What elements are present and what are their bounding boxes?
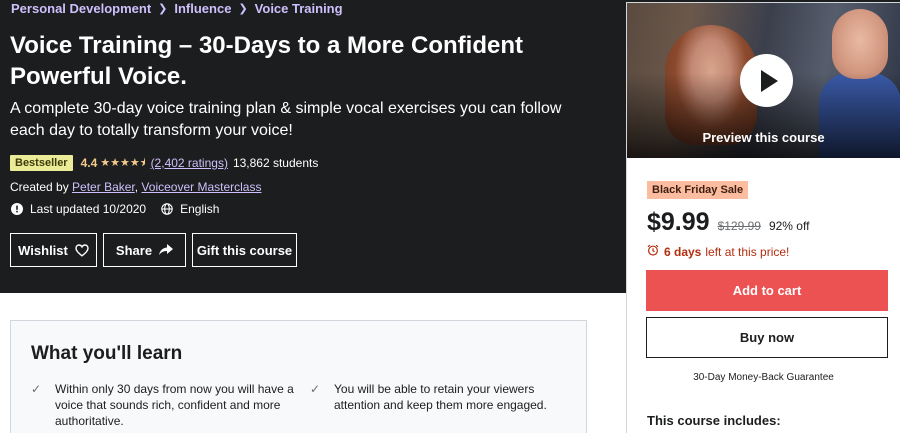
meta-row: Last updated 10/2020 English: [10, 202, 219, 216]
gift-course-button[interactable]: Gift this course: [192, 233, 297, 267]
instructor-link-peter-baker[interactable]: Peter Baker: [72, 180, 135, 194]
breadcrumb-voice-training[interactable]: Voice Training: [255, 1, 343, 16]
buy-now-button[interactable]: Buy now: [646, 317, 888, 358]
learn-item-text: Within only 30 days from now you will ha…: [55, 382, 294, 428]
gift-label: Gift this course: [196, 242, 293, 258]
wishlist-button[interactable]: Wishlist: [10, 233, 97, 267]
created-by: Created by Peter Baker, Voiceover Master…: [10, 180, 262, 194]
money-back-guarantee: 30-Day Money-Back Guarantee: [693, 372, 834, 383]
alarm-clock-icon: [647, 244, 659, 259]
breadcrumb-personal-development[interactable]: Personal Development: [11, 1, 151, 16]
alert-circle-icon: [10, 203, 23, 216]
play-icon[interactable]: [740, 54, 793, 107]
current-price: $9.99: [647, 208, 710, 236]
course-language: English: [180, 202, 220, 216]
sale-timer: 6 days left at this price!: [647, 244, 789, 259]
add-to-cart-button[interactable]: Add to cart: [646, 270, 888, 311]
chevron-right-icon: ❯: [238, 3, 248, 15]
course-title: Voice Training – 30-Days to a More Confi…: [10, 32, 523, 90]
share-arrow-icon: [159, 244, 174, 256]
chevron-right-icon: ❯: [158, 3, 168, 15]
what-you-learn-box: What you'll learn ✓ Within only 30 days …: [10, 320, 587, 433]
created-by-label: Created by: [10, 180, 69, 194]
students-count: 13,862 students: [232, 156, 319, 170]
check-icon: ✓: [31, 382, 42, 396]
heart-icon: [75, 243, 89, 257]
course-includes-title: This course includes:: [647, 413, 781, 428]
globe-icon: [160, 203, 173, 216]
purchase-sidebar: Preview this course Black Friday Sale $9…: [626, 2, 900, 433]
bestseller-badge: Bestseller: [10, 155, 73, 171]
star-rating-icon: ★★★★⯨: [100, 156, 146, 169]
timer-days: 6 days: [664, 244, 702, 259]
breadcrumb-influence[interactable]: Influence: [174, 1, 231, 16]
learn-item: ✓ You will be able to retain your viewer…: [310, 381, 579, 413]
breadcrumb: Personal Development ❯ Influence ❯ Voice…: [11, 1, 343, 16]
course-preview-video[interactable]: Preview this course: [627, 3, 900, 158]
learn-item: ✓ Within only 30 days from now you will …: [31, 381, 300, 429]
course-subtitle: A complete 30-day voice training plan & …: [10, 100, 562, 139]
share-label: Share: [115, 242, 153, 258]
preview-course-label[interactable]: Preview this course: [627, 130, 900, 145]
check-icon: ✓: [310, 382, 321, 396]
rating-value: 4.4: [80, 156, 98, 170]
rating-row: Bestseller 4.4 ★★★★⯨ (2,402 ratings) 13,…: [10, 153, 318, 173]
what-you-learn-title: What you'll learn: [31, 343, 183, 364]
ratings-count-link[interactable]: (2,402 ratings): [151, 156, 228, 170]
price-row: $9.99 $129.99 92% off: [647, 208, 809, 237]
share-button[interactable]: Share: [103, 233, 186, 267]
original-price: $129.99: [717, 219, 761, 233]
learn-item-text: You will be able to retain your viewers …: [334, 382, 547, 412]
discount-percent: 92% off: [768, 219, 810, 233]
timer-text: left at this price!: [705, 244, 790, 259]
instructor-link-voiceover-masterclass[interactable]: Voiceover Masterclass: [141, 180, 261, 194]
black-friday-sale-badge: Black Friday Sale: [647, 181, 749, 199]
wishlist-label: Wishlist: [18, 242, 68, 258]
last-updated: Last updated 10/2020: [30, 202, 147, 216]
